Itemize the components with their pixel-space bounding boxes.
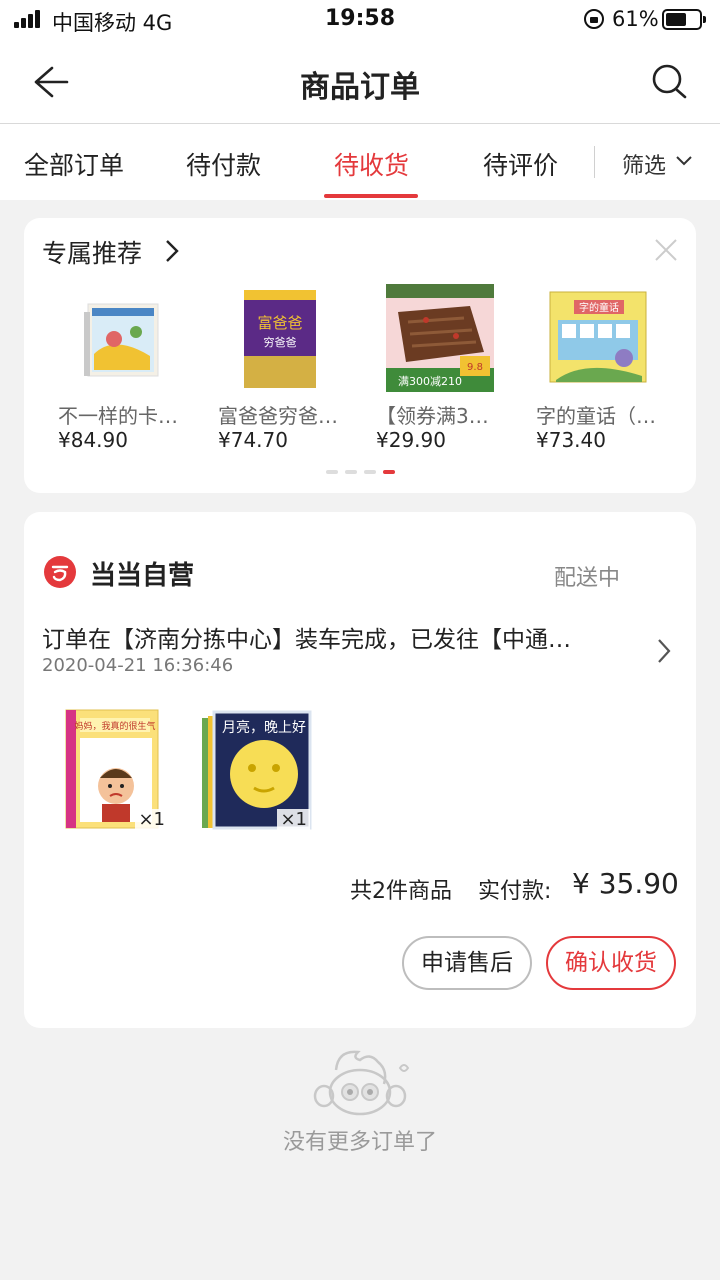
recommend-item-name: 不一样的卡… — [58, 404, 178, 428]
paid-label: 实付款: — [478, 879, 552, 904]
chevron-down-icon[interactable] — [676, 153, 692, 167]
recommend-item-price: ¥29.90 — [376, 428, 446, 452]
logistics-timestamp: 2020-04-21 16:36:46 — [42, 655, 234, 676]
battery-icon — [662, 9, 706, 30]
snack-package-image: 满300减210 9.8 — [386, 284, 494, 392]
logistics-message[interactable]: 订单在【济南分拣中心】装车完成，已发往【中通… — [42, 620, 622, 654]
recommend-item-price: ¥84.90 — [58, 428, 128, 452]
product-quantity: ×1 — [135, 809, 168, 830]
recommend-item-name: 字的童话（… — [536, 404, 656, 428]
product-quantity: ×1 — [277, 809, 310, 830]
recommend-title[interactable]: 专属推荐 — [42, 234, 142, 270]
battery-percent: 61% — [612, 7, 659, 31]
filter-button[interactable]: 筛选 — [622, 148, 666, 180]
status-bar: 中国移动 4G 19:58 61% — [0, 0, 720, 40]
book-cover-image: 富爸爸 穷爸爸 — [244, 290, 316, 388]
svg-text:满300减210: 满300减210 — [398, 375, 462, 388]
book-box-image: 字的童话 — [549, 291, 647, 383]
shop-name[interactable]: 当当自营 — [90, 555, 194, 592]
svg-text:妈妈，我真的很生气: 妈妈，我真的很生气 — [74, 720, 155, 732]
nav-bar: 商品订单 — [0, 40, 720, 124]
carousel-dots — [326, 470, 406, 474]
recommend-item-price: ¥74.70 — [218, 428, 288, 452]
order-tabs: 全部订单 待付款 待收货 待评价 筛选 — [0, 124, 720, 200]
tab-divider — [594, 146, 595, 178]
search-icon[interactable] — [650, 62, 690, 102]
svg-text:富爸爸: 富爸爸 — [257, 314, 302, 332]
recommend-item-price: ¥73.40 — [536, 428, 606, 452]
tab-pending-review[interactable]: 待评价 — [483, 146, 558, 182]
carousel-dot-active — [383, 470, 395, 474]
page-title: 商品订单 — [300, 70, 420, 105]
order-product[interactable]: 月亮，晚上好 ×1 — [202, 708, 312, 830]
order-card[interactable]: 当当自营 配送中 订单在【济南分拣中心】装车完成，已发往【中通… 2020-04… — [24, 512, 696, 1028]
rotation-lock-icon — [584, 9, 604, 29]
svg-text:字的童话: 字的童话 — [579, 301, 619, 314]
order-status: 配送中 — [554, 566, 621, 591]
svg-text:9.8: 9.8 — [467, 362, 483, 373]
active-tab-indicator — [324, 194, 418, 198]
svg-text:月亮，晚上好: 月亮，晚上好 — [222, 719, 306, 736]
order-page: 中国移动 4G 19:58 61% 商品订单 全部订单 待付款 待收货 待评价 … — [0, 0, 720, 1280]
carousel-dot — [364, 470, 376, 474]
svg-text:穷爸爸: 穷爸爸 — [264, 335, 297, 349]
tab-pending-payment[interactable]: 待付款 — [186, 146, 261, 182]
book-cover-image — [84, 303, 159, 377]
dangdang-logo-icon — [44, 556, 76, 588]
no-more-orders-text: 没有更多订单了 — [282, 1130, 437, 1155]
close-icon[interactable] — [654, 238, 678, 262]
recommend-card: 专属推荐 不一样的卡… ¥84.90 富爸爸 穷爸爸 富爸爸穷爸… ¥74.70… — [24, 218, 696, 493]
chevron-right-icon[interactable] — [656, 638, 672, 664]
tab-all-orders[interactable]: 全部订单 — [24, 146, 124, 182]
after-sale-button[interactable]: 申请售后 — [402, 936, 532, 990]
carousel-dot — [345, 470, 357, 474]
paid-amount: ¥ 35.90 — [572, 867, 679, 900]
carousel-dot — [326, 470, 338, 474]
order-product[interactable]: 妈妈，我真的很生气 ×1 — [60, 708, 170, 830]
recommend-item-name: 【领券满3… — [376, 404, 489, 428]
recommend-item-name: 富爸爸穷爸… — [218, 404, 338, 428]
tab-pending-receipt[interactable]: 待收货 — [334, 146, 409, 182]
confirm-receipt-button[interactable]: 确认收货 — [546, 936, 676, 990]
chevron-right-icon[interactable] — [164, 239, 180, 263]
mascot-icon — [308, 1044, 412, 1118]
item-count: 共2件商品 — [350, 879, 452, 904]
